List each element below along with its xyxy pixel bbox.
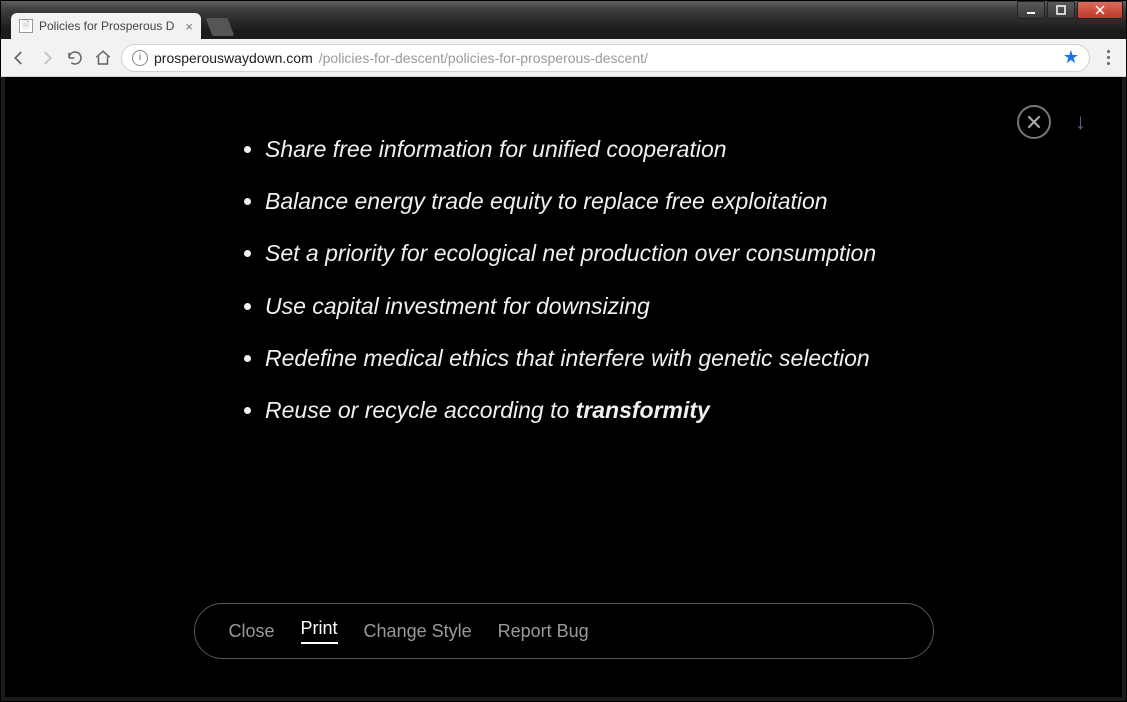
tab-strip: 🗎 Policies for Prosperous D × xyxy=(1,11,1126,39)
page-favicon-icon: 🗎 xyxy=(19,19,33,33)
list-item: Redefine medical ethics that interfere w… xyxy=(265,342,925,374)
tab-title: Policies for Prosperous D xyxy=(39,19,179,33)
url-origin: prosperouswaydown.com xyxy=(154,50,313,66)
report-bug-button[interactable]: Report Bug xyxy=(498,621,589,642)
forward-button[interactable] xyxy=(37,48,57,68)
url-path: /policies-for-descent/policies-for-prosp… xyxy=(319,50,648,66)
bookmark-star-icon[interactable]: ★ xyxy=(1063,47,1079,68)
close-button[interactable]: Close xyxy=(229,621,275,642)
list-item: Set a priority for ecological net produc… xyxy=(265,237,925,269)
reader-view: ↓ Share free information for unified coo… xyxy=(5,77,1122,697)
browser-tab[interactable]: 🗎 Policies for Prosperous D × xyxy=(11,13,201,39)
home-button[interactable] xyxy=(93,48,113,68)
reload-button[interactable] xyxy=(65,48,85,68)
site-info-icon[interactable]: i xyxy=(132,50,148,66)
print-button[interactable]: Print xyxy=(301,618,338,644)
scroll-down-icon[interactable]: ↓ xyxy=(1075,109,1086,135)
reader-action-bar: Close Print Change Style Report Bug xyxy=(194,603,934,659)
new-tab-button[interactable] xyxy=(206,18,235,36)
tab-close-icon[interactable]: × xyxy=(185,19,193,34)
title-bar xyxy=(1,1,1126,11)
browser-window: 🗎 Policies for Prosperous D × i prospero… xyxy=(0,0,1127,702)
toolbar: i prosperouswaydown.com/policies-for-des… xyxy=(1,39,1126,77)
list-item: Share free information for unified coope… xyxy=(265,133,925,165)
list-item: Use capital investment for downsizing xyxy=(265,290,925,322)
address-bar[interactable]: i prosperouswaydown.com/policies-for-des… xyxy=(121,44,1090,72)
list-item-text: Reuse or recycle according to xyxy=(265,397,576,423)
browser-menu-button[interactable] xyxy=(1098,50,1118,65)
list-item: Reuse or recycle according to transformi… xyxy=(265,394,925,426)
list-item: Balance energy trade equity to replace f… xyxy=(265,185,925,217)
article-body: Share free information for unified coope… xyxy=(5,133,1122,446)
change-style-button[interactable]: Change Style xyxy=(364,621,472,642)
back-button[interactable] xyxy=(9,48,29,68)
list-item-bold-term: transformity xyxy=(576,397,710,423)
